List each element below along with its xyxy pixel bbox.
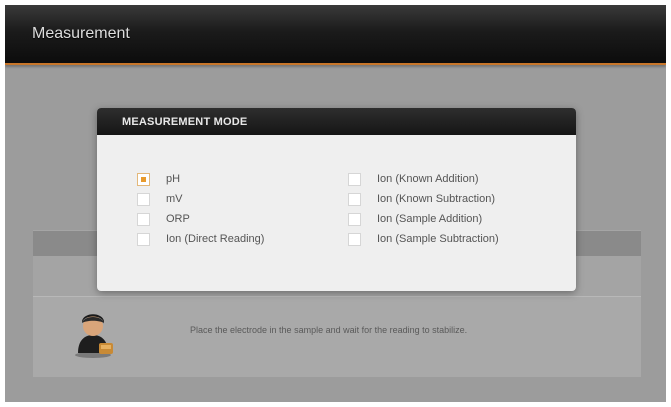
checkbox-ion-known-subtraction[interactable]: [348, 192, 361, 206]
option-label: pH: [166, 173, 181, 185]
option-ion-known-subtraction[interactable]: Ion (Known Subtraction): [348, 191, 495, 207]
title-bar: Measurement: [5, 5, 666, 65]
window-title: Measurement: [32, 25, 130, 42]
screen: Measurement Place the electrode in the s…: [0, 0, 671, 407]
checkbox-ion-known-addition[interactable]: [348, 172, 361, 186]
background-instruction-area: [33, 296, 641, 377]
checkbox-mv[interactable]: [137, 192, 150, 206]
option-label: Ion (Sample Addition): [377, 213, 483, 225]
checkbox-ion-direct-reading[interactable]: [137, 232, 150, 246]
option-label: Ion (Direct Reading): [166, 233, 265, 245]
option-label: Ion (Sample Subtraction): [377, 233, 499, 245]
dialog-title: MEASUREMENT MODE: [122, 116, 248, 128]
measurement-mode-dialog: MEASUREMENT MODE pH mV ORP Ion (Direct R…: [97, 108, 576, 291]
option-label: Ion (Known Addition): [377, 173, 479, 185]
option-ion-sample-addition[interactable]: Ion (Sample Addition): [348, 211, 482, 227]
checkbox-orp[interactable]: [137, 212, 150, 226]
option-label: ORP: [166, 213, 190, 225]
option-ion-direct-reading[interactable]: Ion (Direct Reading): [137, 231, 264, 247]
dialog-header: MEASUREMENT MODE: [97, 108, 576, 135]
mode-options: pH mV ORP Ion (Direct Reading) Ion (Know…: [97, 135, 576, 291]
checked-indicator: [141, 176, 146, 182]
checkbox-ph[interactable]: [137, 172, 150, 186]
option-ph[interactable]: pH: [137, 171, 180, 187]
checkbox-ion-sample-subtraction[interactable]: [348, 232, 361, 246]
operator-icon: [75, 314, 113, 358]
option-label: Ion (Known Subtraction): [377, 193, 496, 205]
instruction-hint: Place the electrode in the sample and wa…: [190, 325, 468, 335]
option-label: mV: [166, 193, 183, 205]
option-mv[interactable]: mV: [137, 191, 183, 207]
measurement-app: Measurement Place the electrode in the s…: [5, 5, 666, 402]
option-ion-known-addition[interactable]: Ion (Known Addition): [348, 171, 479, 187]
option-orp[interactable]: ORP: [137, 211, 190, 227]
option-ion-sample-subtraction[interactable]: Ion (Sample Subtraction): [348, 231, 499, 247]
checkbox-ion-sample-addition[interactable]: [348, 212, 361, 226]
